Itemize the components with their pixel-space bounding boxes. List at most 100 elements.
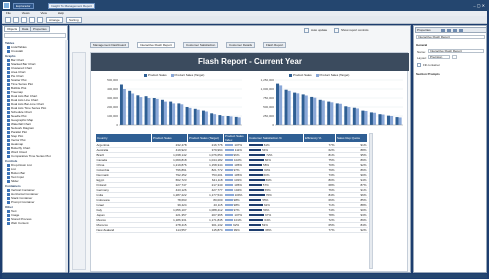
column-header[interactable]: Efficiency % [303, 133, 336, 143]
open-icon[interactable] [13, 17, 19, 23]
sales-bar[interactable] [310, 96, 314, 125]
tab-management-dashboard[interactable]: Management Dashboard [90, 42, 130, 48]
sales-bar[interactable] [335, 103, 339, 125]
report-controls-checkbox[interactable] [334, 28, 339, 33]
section-prompts-header[interactable]: Section Prompts [416, 72, 440, 76]
target-bar[interactable] [390, 116, 394, 125]
sales-bar[interactable] [201, 110, 205, 125]
target-bar[interactable] [180, 104, 184, 125]
tree-item[interactable]: Web Content [5, 221, 65, 225]
sales-bar[interactable] [352, 107, 356, 125]
new-icon[interactable] [5, 17, 11, 23]
target-bar[interactable] [398, 117, 402, 125]
layout-dropdown[interactable]: Precision [428, 55, 450, 59]
object-selector[interactable]: Interactive Flash Report [416, 35, 485, 39]
tab-properties-left[interactable]: Properties [30, 26, 50, 32]
target-bar[interactable] [172, 103, 176, 125]
target-bar[interactable] [364, 110, 368, 125]
save-icon[interactable] [21, 17, 27, 23]
redo-icon[interactable] [37, 17, 43, 23]
target-bar[interactable] [381, 114, 385, 125]
table-row[interactable]: New Zealand 114,557 115,874 99% 68% 77% 92% [95, 227, 368, 233]
roles-icon[interactable] [459, 29, 463, 32]
auto-update-checkbox[interactable] [304, 28, 309, 33]
layout-help-icon[interactable] [452, 55, 457, 59]
left-scrollbar[interactable] [65, 40, 68, 272]
tab-report[interactable]: Insight To Management Report [48, 3, 95, 9]
sales-bar[interactable] [144, 96, 148, 125]
tab-customer-details[interactable]: Customer Details [226, 42, 256, 48]
undo-icon[interactable] [29, 17, 35, 23]
menu-file[interactable]: File [6, 11, 11, 15]
target-bar[interactable] [163, 101, 167, 125]
menu-help[interactable]: Help [58, 11, 64, 15]
chart-1-sales-bar-chart[interactable]: 500,000 400,000 300,000 200,000 100,000 0 [95, 76, 245, 131]
sales-bar[interactable] [160, 99, 164, 125]
tab-customer-satisfaction[interactable]: Customer Satisfaction [183, 42, 219, 48]
target-bar[interactable] [131, 93, 135, 126]
fill-container-checkbox[interactable] [417, 63, 421, 67]
sales-bar[interactable] [136, 95, 140, 125]
section-selector-strip[interactable] [72, 52, 86, 270]
sales-bar[interactable] [369, 112, 373, 125]
target-bar[interactable] [279, 85, 283, 125]
sales-bar[interactable] [301, 94, 305, 125]
sales-bar[interactable] [169, 101, 173, 125]
arrange-dropdown[interactable]: Arrange [46, 17, 63, 23]
target-bar[interactable] [204, 111, 208, 126]
target-bar[interactable] [338, 103, 342, 125]
sales-bar[interactable] [386, 115, 391, 125]
sales-bar[interactable] [327, 101, 331, 125]
sales-bar[interactable] [395, 117, 399, 125]
target-bar[interactable] [122, 89, 126, 125]
sorting-dropdown[interactable]: Sorting [66, 17, 82, 23]
display-rules-icon[interactable] [447, 29, 451, 32]
menu-views[interactable]: Views [22, 11, 30, 15]
column-header[interactable]: Product Sales Index [223, 133, 248, 143]
column-header[interactable]: Customer Satisfaction % [247, 133, 304, 143]
target-bar[interactable] [330, 102, 334, 125]
tab-interactive-flash-report[interactable]: Interactive Flash Report [137, 42, 175, 48]
column-header[interactable]: Product Sales (Target) [187, 133, 224, 143]
sales-bar[interactable] [193, 108, 197, 125]
column-header[interactable]: Product Sales [151, 133, 188, 143]
target-bar[interactable] [147, 98, 151, 125]
tree-item[interactable]: Slider [5, 179, 65, 183]
objects-search-input[interactable] [4, 33, 66, 38]
sales-bar[interactable] [361, 110, 365, 125]
target-bar[interactable] [287, 90, 291, 125]
sales-bar[interactable] [128, 90, 132, 125]
target-bar[interactable] [304, 95, 308, 125]
table-scrollbar[interactable] [369, 133, 373, 269]
sales-bar[interactable] [293, 92, 297, 125]
styles-icon[interactable] [441, 29, 445, 32]
target-bar[interactable] [221, 116, 225, 125]
country-table[interactable]: Country Product Sales Product Sales (Targe… [95, 133, 368, 233]
sales-bar[interactable] [284, 89, 288, 125]
sales-bar[interactable] [177, 103, 181, 125]
target-bar[interactable] [321, 100, 325, 125]
column-header[interactable]: Country [95, 133, 152, 143]
sales-bar[interactable] [276, 83, 280, 125]
sales-bar[interactable] [226, 116, 230, 125]
sales-bar[interactable] [210, 113, 214, 125]
target-bar[interactable] [196, 109, 200, 125]
target-bar[interactable] [155, 98, 159, 125]
target-bar[interactable] [296, 93, 300, 125]
tree-item[interactable]: Prompt Container [5, 200, 65, 204]
menu-view[interactable]: View [40, 11, 46, 15]
target-bar[interactable] [139, 97, 143, 125]
target-bar[interactable] [188, 107, 192, 125]
tab-properties[interactable]: Properties [417, 28, 431, 32]
target-bar[interactable] [229, 116, 233, 125]
sales-bar[interactable] [378, 114, 382, 125]
chart-2-sales-bar-chart[interactable]: 1,250,000 1,000,000 750,000 500,000 250,000 0 [251, 76, 406, 131]
sales-bar[interactable] [152, 98, 156, 125]
tab-flash-report[interactable]: Flash Report [263, 42, 287, 48]
tab-explorer[interactable]: Explorador [13, 3, 34, 9]
tab-objects[interactable]: Objects [4, 26, 21, 32]
sales-bar[interactable] [234, 116, 238, 125]
sales-bar[interactable] [318, 99, 322, 125]
target-bar[interactable] [213, 114, 217, 125]
target-bar[interactable] [313, 97, 317, 125]
